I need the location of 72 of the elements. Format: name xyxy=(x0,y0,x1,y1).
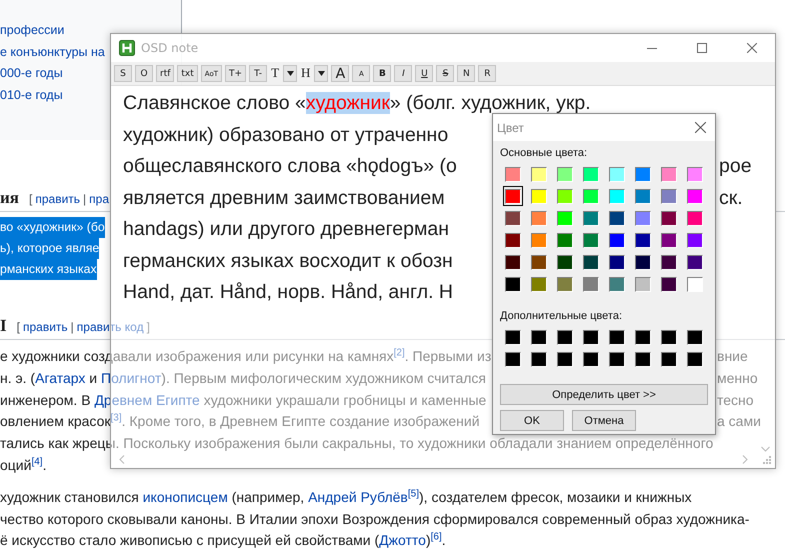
note-text-line: рое xyxy=(719,154,752,179)
note-text-line: handags) или другого древнегерман xyxy=(123,217,449,242)
basic-colors-label: Основные цвета: xyxy=(500,147,588,161)
dropdown-button[interactable] xyxy=(283,65,298,82)
toolbar-button[interactable]: I xyxy=(394,65,412,82)
footnote-link[interactable]: [6] xyxy=(430,532,442,543)
note-text-line: ск. xyxy=(719,186,743,210)
paragraph-line: а сами xyxy=(717,412,761,432)
toolbar-button[interactable]: H xyxy=(300,64,312,81)
caret-icon xyxy=(318,71,325,76)
close-icon[interactable] xyxy=(747,43,757,53)
article-link[interactable]: иконописцем xyxy=(142,488,228,505)
resize-grip-icon[interactable] xyxy=(762,454,771,464)
article-link[interactable]: Андрей Рублёв xyxy=(308,488,408,505)
contents-link[interactable]: е конъюнктуры на xyxy=(0,42,105,64)
toolbar-button[interactable]: S xyxy=(436,65,454,82)
paragraph-line: вние xyxy=(717,347,748,366)
toolbar-button[interactable]: O xyxy=(135,65,153,82)
edit-link[interactable]: править xyxy=(22,320,68,334)
edit-link[interactable]: пра xyxy=(89,192,109,206)
paragraph-line: тались как жрецы. Поскольку изображения были сакральны, то художники обладали знанием определённого xyxy=(0,434,714,454)
toolbar-button[interactable]: A xyxy=(331,65,350,82)
paragraph-line: менно xyxy=(717,368,758,388)
dropdown-button[interactable] xyxy=(314,65,328,82)
toolbar-button[interactable]: T xyxy=(270,64,280,81)
window-title: OSD note xyxy=(141,41,198,55)
edit-link[interactable]: править xyxy=(35,192,80,206)
toolbar-button[interactable]: txt xyxy=(177,65,198,82)
note-text-line: общеславянского слова «hǫdogъ» (о xyxy=(123,154,457,179)
bracket-text: [ xyxy=(16,320,20,334)
contents-link[interactable]: 010-е годы xyxy=(0,85,63,107)
paragraph-line: ё искусство стало живописью с присущей ей свойствами (Джотто)$^{[6]}$. xyxy=(0,530,446,550)
contents-link[interactable]: профессии xyxy=(0,20,64,42)
paragraph-line: художник становился иконописцем (например, Андрей Рублёв$^{[5]}$), создателем фресок, мозаики и книжных xyxy=(0,487,692,507)
define-color-button[interactable]: Определить цвет >> xyxy=(500,384,708,405)
paragraph-line: оций$^{[4]}$. xyxy=(0,455,46,475)
section-title: I xyxy=(0,316,7,336)
contents-link[interactable]: 000-е годы xyxy=(0,63,63,86)
note-text-line: является древним заимствованием xyxy=(123,186,445,210)
bracket-text: | xyxy=(83,192,86,206)
dialog-title: Цвет xyxy=(497,120,524,134)
toolbar-button[interactable]: U xyxy=(415,65,434,82)
paragraph-line: тесно xyxy=(717,390,754,410)
toolbar-button[interactable]: T- xyxy=(249,65,268,82)
note-text-line: художник) образовано от утраченно xyxy=(123,122,448,148)
edit-link[interactable]: править код xyxy=(76,320,144,334)
toolbar-button[interactable]: T+ xyxy=(225,65,246,82)
article-link[interactable]: Джотто xyxy=(379,532,426,548)
paragraph-line: чество которого сковывали каноны. В Италии эпохи Возрождения сформировался современный образ художника- xyxy=(0,510,750,529)
section-title: ия xyxy=(0,188,19,208)
toolbar-button[interactable]: B xyxy=(373,65,392,82)
paragraph-line: овлением красок$^{[3]}$. Кроме того, в Древнем Египте создание изображений xyxy=(0,412,480,432)
bracket-text: [ xyxy=(29,192,32,206)
bracket-text: ] xyxy=(146,320,150,334)
footnote-link[interactable]: [4] xyxy=(31,456,43,468)
bracket-text: | xyxy=(70,320,74,334)
caret-icon xyxy=(286,71,294,76)
toolbar-button[interactable]: S xyxy=(114,65,132,82)
footnote-link[interactable]: [5] xyxy=(408,488,419,500)
note-text-line: Славянское слово «художник» (болг. художник, укр. xyxy=(123,91,591,116)
close-icon[interactable] xyxy=(695,122,706,133)
cancel-button[interactable]: Отмена xyxy=(572,410,636,431)
article-link[interactable]: Агатарх xyxy=(35,370,86,386)
toolbar-button[interactable]: rtf xyxy=(156,65,174,82)
toolbar-button[interactable]: R xyxy=(478,65,496,82)
note-text-line: Hand, дат. Hånd, норв. Hånd, англ. H xyxy=(123,280,454,305)
toolbar-button[interactable]: N xyxy=(457,65,476,82)
note-text-line: германских языках восходит к обозн xyxy=(123,248,453,274)
app-icon xyxy=(119,40,135,56)
ok-button[interactable]: OK xyxy=(500,410,564,431)
custom-colors-label: Дополнительные цвета: xyxy=(500,310,623,324)
maximize-icon[interactable] xyxy=(697,43,707,53)
